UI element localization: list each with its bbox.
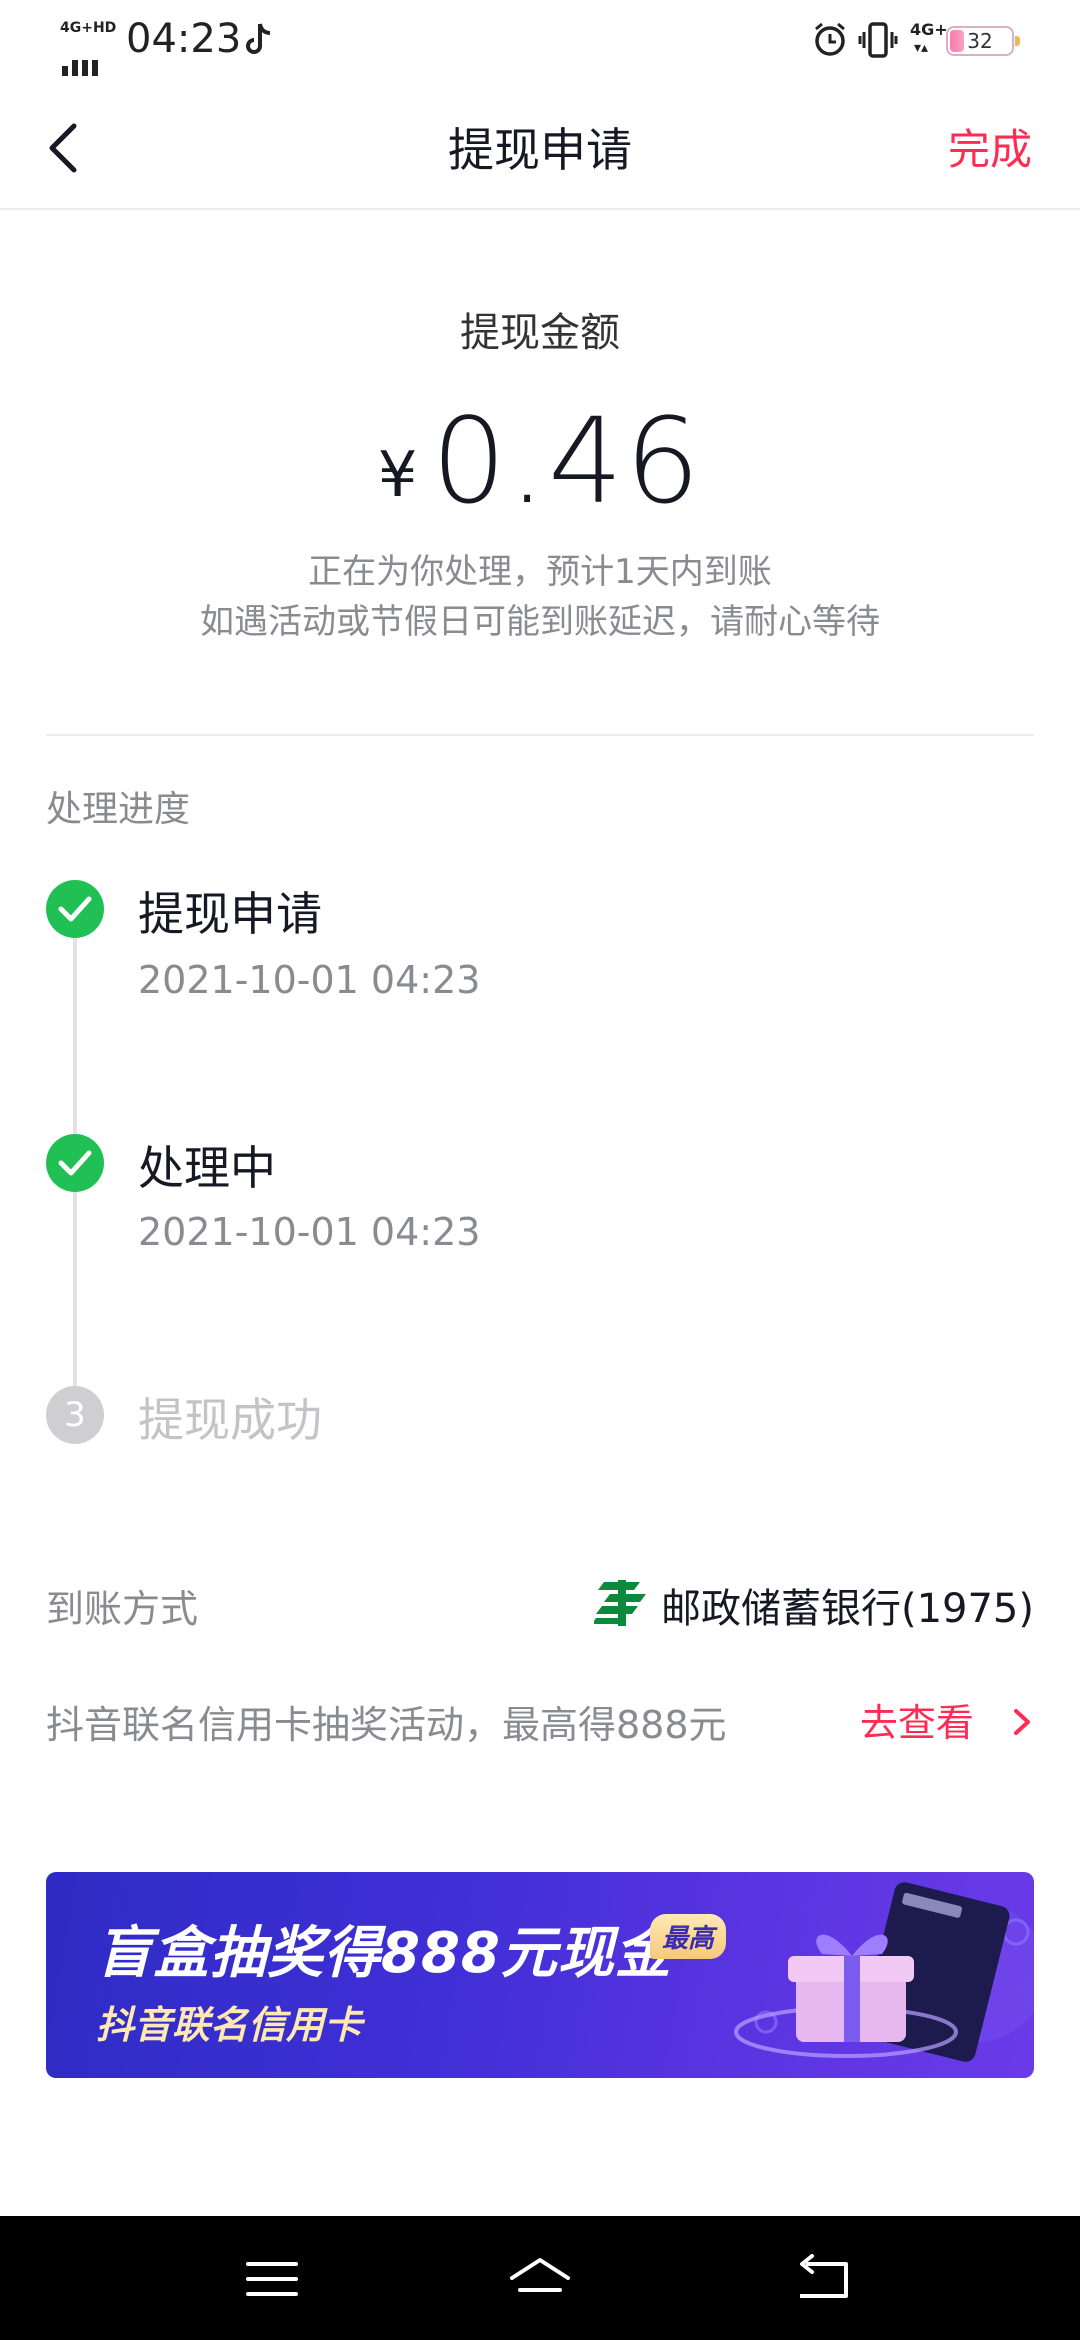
amount-label: 提现金额 bbox=[460, 310, 620, 356]
menu-icon[interactable] bbox=[242, 2254, 302, 2304]
banner-subline: 抖音联名信用卡 bbox=[96, 2003, 363, 2047]
currency-symbol: ¥ bbox=[377, 438, 418, 511]
view-promo-link[interactable]: 去查看 bbox=[860, 1692, 1034, 1747]
step-done-check-icon bbox=[46, 880, 104, 938]
step-time: 2021-10-01 04:23 bbox=[138, 958, 481, 1002]
tiktok-icon bbox=[246, 23, 271, 54]
banner-headline: 盲盒抽奖得888元现金 bbox=[96, 1921, 672, 1986]
step-title: 处理中 bbox=[138, 1141, 276, 1195]
bank-name: 邮政储蓄银行(1975) bbox=[660, 1586, 1034, 1632]
network-type-label: 4G+HD bbox=[60, 20, 117, 36]
done-button[interactable]: 完成 bbox=[948, 116, 1032, 177]
step-title: 提现申请 bbox=[138, 887, 322, 941]
battery-icon: 32 bbox=[946, 26, 1020, 56]
promo-banner[interactable]: 盲盒抽奖得888元现金 最高 抖音联名信用卡 bbox=[46, 1872, 1034, 2078]
delay-note: 如遇活动或节假日可能到账延迟，请耐心等待 bbox=[200, 602, 880, 642]
mobile-data-icon: 4G+ ▾▴ bbox=[910, 20, 948, 56]
postal-bank-logo-icon bbox=[594, 1580, 646, 1626]
amount-display: ¥0.46 bbox=[0, 392, 1080, 532]
status-bar: 4G+HD 04:23 4G+ ▾▴ 32 bbox=[0, 0, 1080, 84]
system-nav-bar bbox=[0, 2216, 1080, 2340]
step-done-check-icon bbox=[46, 1134, 104, 1192]
alarm-icon bbox=[815, 22, 845, 56]
vibrate-icon bbox=[858, 22, 898, 58]
banner-tag: 最高 bbox=[650, 1914, 727, 1959]
amount-value: 0.46 bbox=[431, 392, 703, 530]
arrival-method-label: 到账方式 bbox=[46, 1587, 199, 1631]
view-promo-label: 去查看 bbox=[859, 1701, 974, 1745]
battery-level: 32 bbox=[967, 29, 993, 53]
step-time: 2021-10-01 04:23 bbox=[138, 1210, 481, 1254]
progress-title: 处理进度 bbox=[46, 789, 191, 830]
step-number-badge: 3 bbox=[46, 1386, 104, 1444]
page-title: 提现申请 bbox=[448, 123, 632, 177]
divider bbox=[46, 734, 1034, 736]
signal-icon: 4G+HD bbox=[60, 20, 116, 76]
chevron-right-icon bbox=[1014, 1708, 1030, 1735]
nav-bar: 提现申请 完成 bbox=[0, 84, 1080, 210]
gift-box-illustration-icon bbox=[734, 1882, 1034, 2062]
mobile-data-label: 4G+ bbox=[910, 20, 948, 39]
processing-note: 正在为你处理，预计1天内到账 bbox=[308, 552, 772, 592]
home-icon[interactable] bbox=[508, 2254, 572, 2304]
status-time: 04:23 bbox=[126, 16, 242, 62]
step-title: 提现成功 bbox=[138, 1393, 322, 1447]
back-icon[interactable] bbox=[792, 2254, 852, 2304]
promo-text: 抖音联名信用卡抽奖活动，最高得888元 bbox=[46, 1703, 727, 1747]
